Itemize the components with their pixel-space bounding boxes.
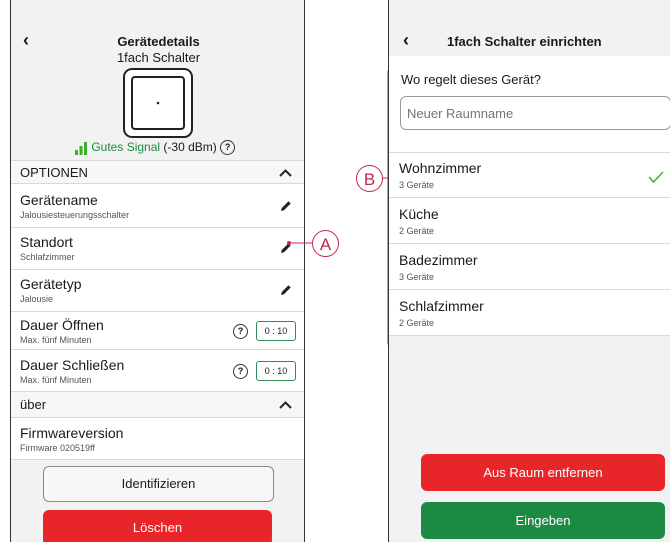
room-name: Küche [399, 206, 439, 222]
delete-button[interactable]: Löschen [43, 510, 272, 542]
setup-room-screen: ‹ 1fach Schalter einrichten Wo regelt di… [388, 0, 670, 542]
open-duration-input[interactable]: 0 : 10 [256, 321, 296, 341]
row-value: Max. fünf Minuten [20, 335, 92, 345]
page-title: 1fach Schalter einrichten [447, 34, 602, 49]
room-count: 3 Geräte [399, 180, 435, 190]
page-subtitle: 1fach Schalter [116, 50, 201, 65]
row-label: Firmwareversion [20, 425, 124, 441]
chevron-up-icon [279, 169, 292, 177]
device-details-screen: ‹ Gerätedetails 1fach Schalter Gutes Sig… [10, 0, 305, 542]
room-question: Wo regelt dieses Gerät? [401, 72, 541, 87]
row-device-type[interactable]: Gerätetyp Jalousie [11, 270, 304, 312]
room-item[interactable]: Schlafzimmer 2 Geräte [389, 290, 670, 336]
row-value: Jalousie [20, 294, 54, 304]
row-label: Dauer Öffnen [20, 317, 104, 333]
checkmark-icon [648, 171, 664, 183]
submit-button[interactable]: Eingeben [421, 502, 665, 539]
chevron-up-icon [279, 401, 292, 409]
options-section-header[interactable]: OPTIONEN [11, 160, 304, 184]
row-value: Jalousiesteuerungsschalter [20, 210, 130, 220]
callout-a: A [312, 230, 339, 257]
help-icon[interactable]: ? [233, 324, 248, 339]
remove-from-room-button[interactable]: Aus Raum entfernen [421, 454, 665, 491]
close-duration-input[interactable]: 0 : 10 [256, 361, 296, 381]
row-location[interactable]: Standort Schlafzimmer [11, 228, 304, 270]
about-section-header[interactable]: über [11, 392, 304, 418]
room-name: Schlafzimmer [399, 298, 484, 314]
room-name: Wohnzimmer [399, 160, 482, 176]
room-item[interactable]: Wohnzimmer 3 Geräte [389, 152, 670, 198]
pencil-icon[interactable] [280, 284, 292, 296]
row-open-duration: Dauer Öffnen Max. fünf Minuten ? 0 : 10 [11, 312, 304, 350]
row-label: Gerätetyp [20, 276, 82, 292]
signal-strength-icon [75, 141, 87, 155]
row-label: Standort [20, 234, 73, 250]
room-item[interactable]: Badezimmer 3 Geräte [389, 244, 670, 290]
identify-button[interactable]: Identifizieren [43, 466, 274, 502]
signal-help-icon[interactable]: ? [220, 140, 236, 156]
row-value: Firmware 020519ff [20, 443, 95, 453]
signal-info: Gutes Signal (-30 dBm) ? [74, 140, 236, 156]
options-header-label: OPTIONEN [20, 165, 88, 180]
pencil-icon[interactable] [280, 200, 292, 212]
room-item[interactable]: Küche 2 Geräte [389, 198, 670, 244]
room-count: 2 Geräte [399, 318, 435, 328]
new-room-panel: Wo regelt dieses Gerät? [389, 56, 670, 152]
signal-label: Gutes Signal [91, 140, 161, 154]
row-label: Gerätename [20, 192, 98, 208]
row-firmware: Firmwareversion Firmware 020519ff [11, 418, 304, 460]
row-device-name[interactable]: Gerätename Jalousiesteuerungsschalter [11, 184, 304, 228]
row-value: Max. fünf Minuten [20, 375, 92, 385]
row-value: Schlafzimmer [20, 252, 75, 262]
switch-image [123, 68, 193, 138]
about-header-label: über [20, 397, 47, 412]
callout-a-leader-line [287, 241, 313, 245]
back-button[interactable]: ‹ [403, 30, 409, 51]
signal-value: (-30 dBm) [163, 140, 217, 154]
new-room-name-input[interactable] [400, 96, 670, 130]
room-name: Badezimmer [399, 252, 478, 268]
room-count: 3 Geräte [399, 272, 435, 282]
callout-b: B [356, 165, 383, 192]
room-count: 2 Geräte [399, 226, 435, 236]
row-label: Dauer Schließen [20, 357, 125, 373]
row-close-duration: Dauer Schließen Max. fünf Minuten ? 0 : … [11, 350, 304, 392]
help-icon[interactable]: ? [233, 364, 248, 379]
page-title: Gerätedetails [117, 34, 200, 49]
